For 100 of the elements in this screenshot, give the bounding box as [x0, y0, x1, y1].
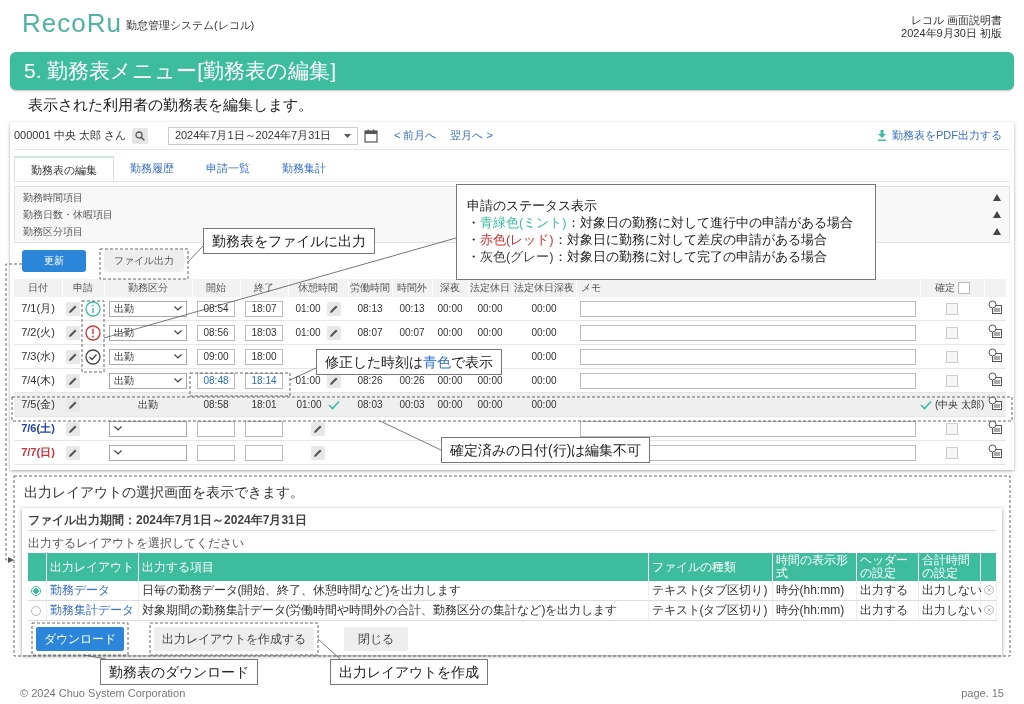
column-header: 時間の表示形式: [772, 553, 856, 581]
callout-tooltip: 勤務表をファイルに出力: [203, 228, 375, 254]
column-header: 勤務区分: [104, 279, 192, 297]
time-field[interactable]: [245, 420, 283, 437]
edit-button[interactable]: [65, 301, 80, 316]
pen-icon: [328, 327, 339, 338]
table-cell: 出力する: [856, 581, 918, 601]
close-button[interactable]: 閉じる: [344, 627, 408, 651]
time-field[interactable]: [245, 444, 283, 461]
table-cell: 00:00: [437, 302, 463, 314]
pen-icon: [328, 303, 339, 314]
column-header: 休憩時間: [288, 279, 348, 297]
stamp-icon[interactable]: [988, 419, 1002, 434]
section-header[interactable]: 勤務日数・休暇項目: [23, 207, 113, 222]
pen-icon: [67, 399, 78, 410]
stamp-icon[interactable]: [988, 443, 1002, 458]
memo-field[interactable]: [580, 300, 916, 317]
layout-link[interactable]: 勤務集計データ: [49, 603, 134, 617]
table-cell: 出力する: [856, 600, 918, 621]
table-cell: テキスト(タブ区切り): [648, 581, 772, 601]
time-field[interactable]: 08:48: [197, 372, 235, 389]
table-cell: 00:00: [531, 350, 557, 362]
section-header[interactable]: 勤務時間項目: [23, 190, 83, 205]
file-output-button[interactable]: ファイル出力: [104, 250, 184, 272]
memo-field[interactable]: [580, 324, 916, 341]
time-field[interactable]: 18:03: [245, 324, 283, 341]
time-field[interactable]: 08:56: [197, 324, 235, 341]
table-cell: 08:26: [357, 374, 383, 386]
tab[interactable]: 勤務履歴: [114, 156, 190, 181]
table-cell: 00:00: [531, 326, 557, 338]
callout-line: ・赤色(レッド)：対象日に勤務に対して差戻の申請がある場合: [467, 231, 828, 248]
table-cell: 出力しない: [918, 600, 980, 621]
tab[interactable]: 勤務表の編集: [14, 156, 114, 181]
edit-button[interactable]: [326, 301, 341, 316]
time-field[interactable]: 18:00: [245, 348, 283, 365]
category-select[interactable]: [109, 420, 187, 437]
collapse-icon[interactable]: [993, 211, 1001, 218]
checkbox[interactable]: [957, 282, 970, 295]
stamp-icon[interactable]: [988, 323, 1002, 338]
edit-button[interactable]: [326, 325, 341, 340]
stamp-icon[interactable]: [988, 395, 1002, 410]
table-cell: 08:07: [357, 326, 383, 338]
edit-button[interactable]: [65, 397, 80, 412]
dialog-title: ファイル出力期間：2024年7月1日～2024年7月31日: [28, 510, 996, 531]
category-select[interactable]: 出勤: [109, 324, 187, 341]
table-cell: 00:00: [531, 398, 557, 410]
edit-button[interactable]: [65, 325, 80, 340]
edit-button[interactable]: [65, 421, 80, 436]
column-header: 確定: [934, 282, 955, 295]
time-field[interactable]: 08:54: [197, 300, 235, 317]
column-header: ヘッダーの設定: [856, 553, 918, 581]
time-field[interactable]: 18:07: [245, 300, 283, 317]
callout-line: ・青緑色(ミント)：対象日の勤務に対して進行中の申請がある場合: [467, 214, 854, 231]
search-button[interactable]: [131, 127, 148, 144]
table-cell: 00:00: [477, 374, 503, 386]
date-cell: 7/2(火): [21, 326, 55, 338]
time-field[interactable]: [197, 420, 235, 437]
column-header: 労働時間: [348, 279, 392, 297]
date-cell: 7/5(金): [21, 398, 55, 410]
collapse-icon[interactable]: [993, 194, 1001, 201]
table-cell: 00:00: [437, 374, 463, 386]
category-select[interactable]: 出勤: [109, 348, 187, 365]
edit-button[interactable]: [65, 349, 80, 364]
pdf-output-link[interactable]: 勤務表をPDF出力する: [877, 128, 1002, 143]
caret-icon: [114, 450, 122, 455]
edit-button[interactable]: [311, 445, 325, 460]
radio-button[interactable]: [31, 586, 41, 597]
tab[interactable]: 勤務集計: [266, 156, 342, 181]
layout-link[interactable]: 勤務データ: [49, 583, 110, 597]
update-button[interactable]: 更新: [22, 250, 86, 272]
collapse-icon[interactable]: [993, 228, 1001, 235]
edit-button[interactable]: [65, 445, 80, 460]
next-month-link[interactable]: 翌月へ >: [450, 128, 493, 143]
column-header: 出力する項目: [138, 553, 648, 581]
prev-month-link[interactable]: < 前月へ: [393, 128, 437, 143]
time-field[interactable]: 09:00: [197, 348, 235, 365]
calendar-icon[interactable]: [363, 128, 378, 143]
create-layout-button[interactable]: 出力レイアウトを作成する: [154, 627, 314, 651]
note-text: 出力レイアウトの選択画面を表示できます。: [23, 483, 305, 502]
tab[interactable]: 申請一覧: [190, 156, 266, 181]
edit-button[interactable]: [65, 373, 80, 388]
pen-icon: [313, 447, 323, 458]
download-button[interactable]: ダウンロード: [36, 627, 124, 651]
stamp-icon[interactable]: [988, 347, 1002, 362]
memo-field[interactable]: [580, 348, 916, 365]
memo-field[interactable]: [580, 372, 916, 389]
time-field[interactable]: [197, 444, 235, 461]
category-select[interactable]: 出勤: [109, 300, 187, 317]
memo-field[interactable]: [580, 420, 916, 437]
section-header[interactable]: 勤務区分項目: [23, 224, 83, 239]
period-select[interactable]: 2024年7月1日～2024年7月31日: [167, 126, 358, 145]
stamp-icon[interactable]: [988, 299, 1002, 314]
category-select[interactable]: 出勤: [109, 372, 187, 389]
pen-icon: [67, 351, 78, 362]
stamp-icon[interactable]: [988, 371, 1002, 386]
callout-line: ・灰色(グレー)：対象日の勤務に対して完了の申請がある場合: [467, 248, 828, 265]
caret-icon: [174, 306, 182, 311]
time-field[interactable]: 18:14: [245, 372, 283, 389]
edit-button[interactable]: [311, 421, 325, 436]
callout-tooltip: 修正した時刻は青色で表示: [316, 349, 502, 375]
